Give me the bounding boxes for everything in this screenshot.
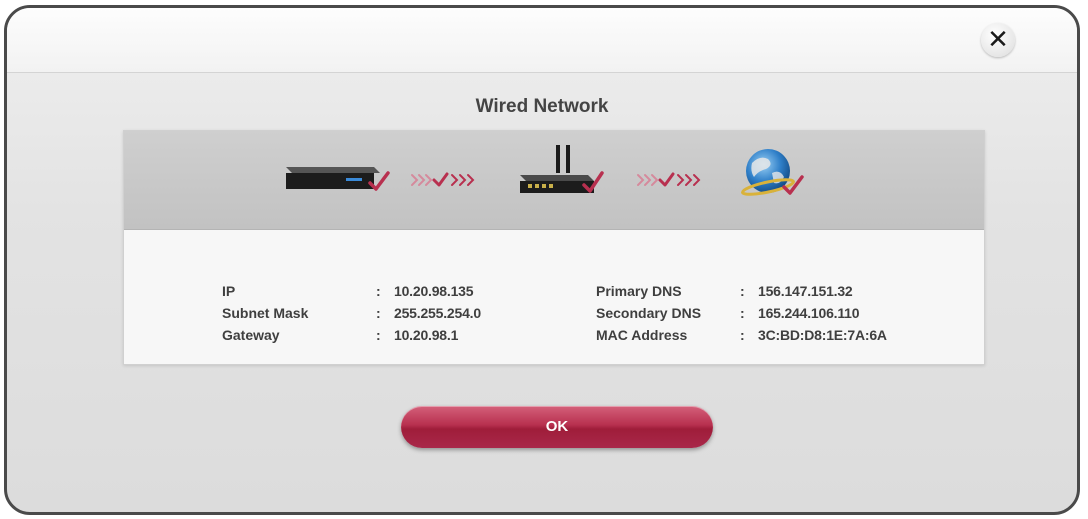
info-label: Subnet Mask <box>222 305 309 321</box>
close-button[interactable]: ✕ <box>981 23 1015 57</box>
info-colon: : <box>740 283 745 299</box>
info-value: 165.244.106.110 <box>758 305 860 321</box>
info-label: Secondary DNS <box>596 305 702 321</box>
info-label: MAC Address <box>596 327 688 343</box>
network-info: IP : 10.20.98.135 Subnet Mask : 255.255.… <box>124 229 984 364</box>
info-colon: : <box>740 327 745 343</box>
network-panel: IP : 10.20.98.135 Subnet Mask : 255.255.… <box>123 130 985 365</box>
connection-diagram <box>124 131 984 230</box>
info-colon: : <box>376 327 381 343</box>
close-icon: ✕ <box>987 25 1009 55</box>
info-value: 255.255.254.0 <box>394 305 481 321</box>
dialog-header-band <box>7 8 1077 73</box>
info-colon: : <box>376 283 381 299</box>
router-icon <box>520 145 604 193</box>
ok-button[interactable]: OK <box>401 406 713 448</box>
info-value: 10.20.98.135 <box>394 283 474 299</box>
connection-arrows-icon <box>637 172 701 187</box>
info-label: Gateway <box>222 327 280 343</box>
dialog-title: Wired Network <box>475 96 609 117</box>
connection-arrows-icon <box>411 172 475 187</box>
wired-network-dialog: ✕ Wired Network IP: 10.20.98.135 Subnet… <box>4 5 1080 515</box>
info-label: Primary DNS <box>596 283 682 299</box>
info-colon: : <box>376 305 381 321</box>
internet-globe-icon <box>741 149 804 196</box>
info-value: 156.147.151.32 <box>758 283 853 299</box>
info-colon: : <box>740 305 745 321</box>
info-label: IP <box>222 283 236 299</box>
player-device-icon <box>286 167 390 191</box>
info-value: 10.20.98.1 <box>394 327 459 343</box>
info-value: 3C:BD:D8:1E:7A:6A <box>758 327 887 343</box>
